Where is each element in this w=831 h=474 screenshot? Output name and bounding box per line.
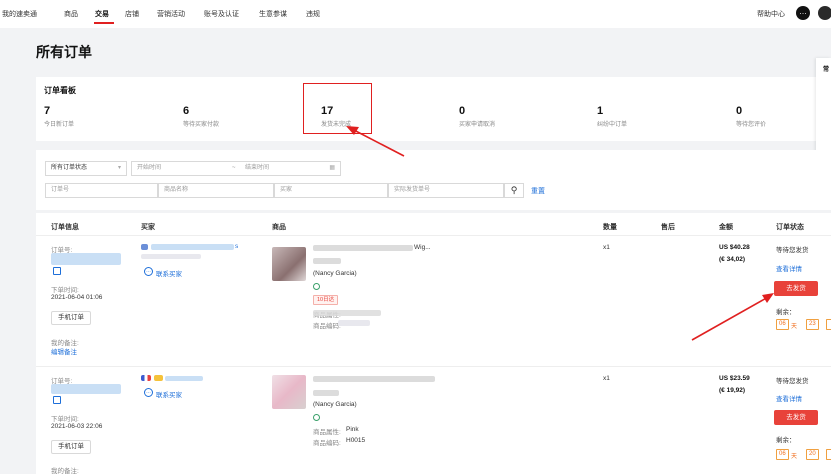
arrow-to-unshipped-stat [346, 126, 405, 157]
annotation-arrows [346, 126, 774, 341]
arrow-to-ship-button [691, 293, 774, 341]
